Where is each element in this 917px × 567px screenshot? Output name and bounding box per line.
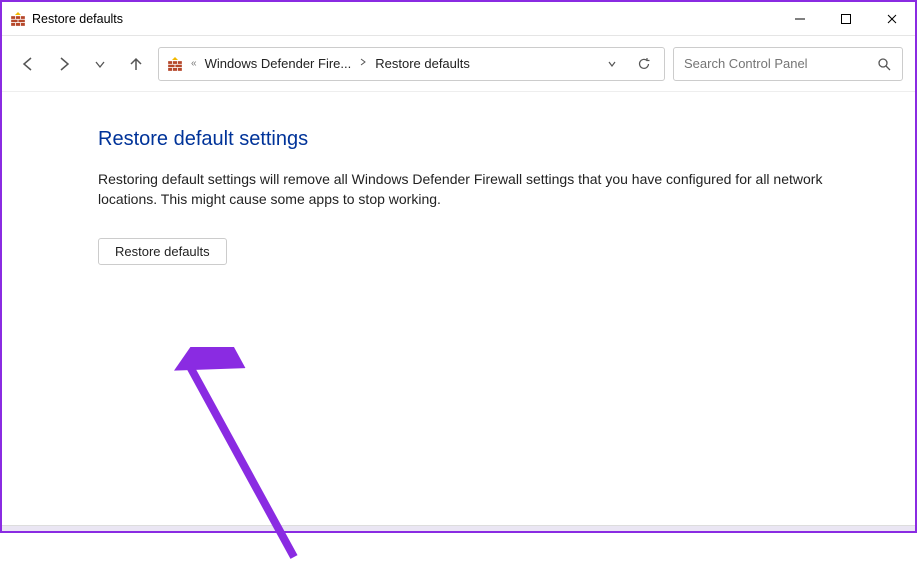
firewall-icon (167, 56, 183, 72)
maximize-button[interactable] (823, 3, 869, 35)
chevron-right-icon (359, 58, 367, 69)
address-bar[interactable]: « Windows Defender Fire... Restore defau… (158, 47, 665, 81)
titlebar: Restore defaults (2, 2, 915, 36)
search-icon[interactable] (876, 56, 892, 72)
up-button[interactable] (122, 50, 150, 78)
refresh-button[interactable] (632, 52, 656, 76)
search-box[interactable] (673, 47, 903, 81)
forward-button[interactable] (50, 50, 78, 78)
nav-toolbar: « Windows Defender Fire... Restore defau… (2, 36, 915, 92)
recent-locations-button[interactable] (86, 50, 114, 78)
breadcrumb-parent[interactable]: Windows Defender Fire... (205, 56, 352, 71)
search-input[interactable] (684, 56, 876, 71)
breadcrumb-current[interactable]: Restore defaults (375, 56, 470, 71)
address-dropdown-button[interactable] (600, 52, 624, 76)
annotation-arrow-icon (174, 347, 314, 567)
close-button[interactable] (869, 3, 915, 35)
content-pane: Restore default settings Restoring defau… (2, 92, 915, 525)
page-description: Restoring default settings will remove a… (98, 169, 855, 210)
firewall-icon (10, 11, 26, 27)
restore-defaults-button[interactable]: Restore defaults (98, 238, 227, 265)
page-heading: Restore default settings (98, 128, 855, 151)
window-frame: Restore defaults (0, 0, 917, 533)
minimize-button[interactable] (777, 3, 823, 35)
window-controls (777, 3, 915, 35)
window-title: Restore defaults (32, 12, 123, 26)
back-button[interactable] (14, 50, 42, 78)
chevron-left-double-icon: « (191, 58, 197, 69)
status-bar (2, 525, 915, 531)
